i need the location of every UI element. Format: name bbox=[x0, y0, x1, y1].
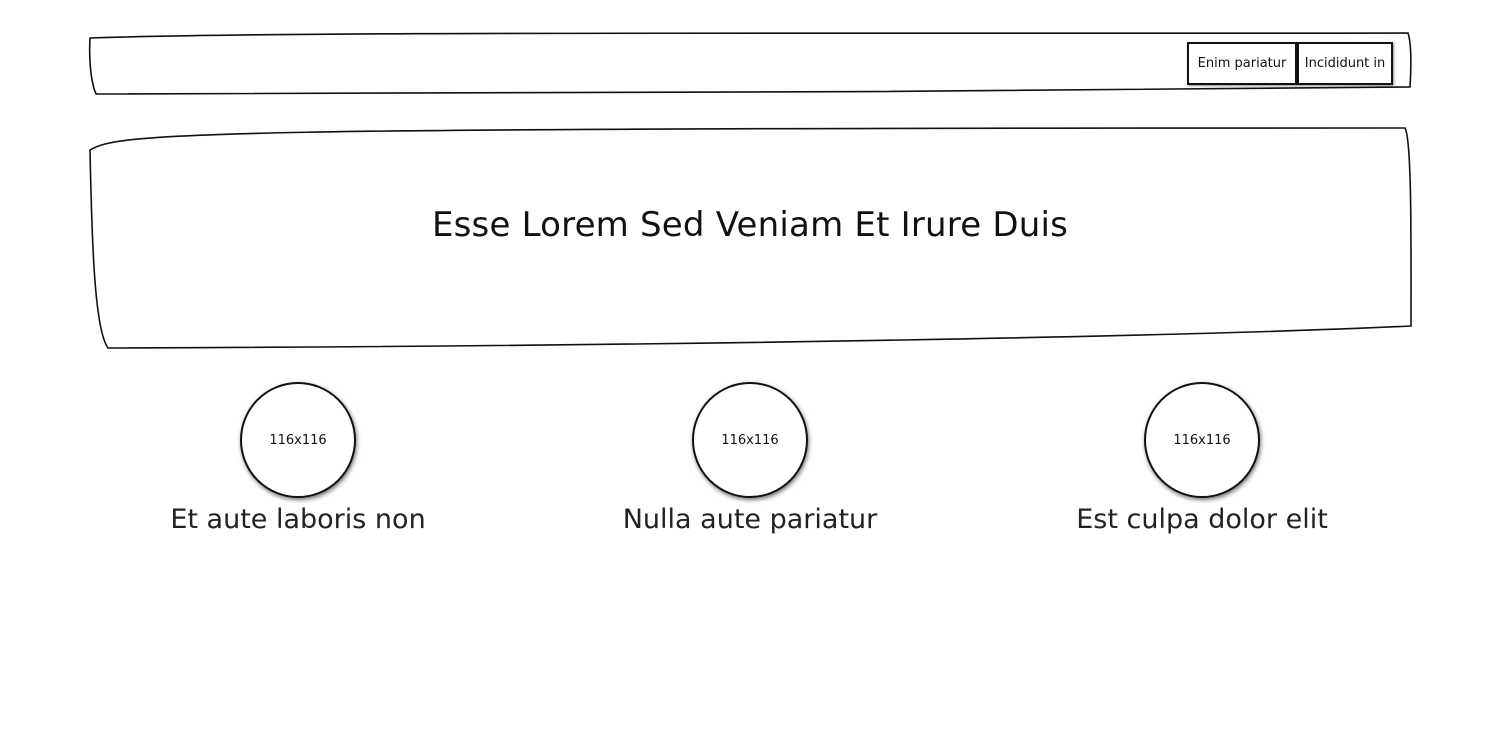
feature-image-placeholder: 116x116 bbox=[240, 382, 356, 498]
feature-image-placeholder: 116x116 bbox=[692, 382, 808, 498]
nav-button-enim-pariatur[interactable]: Enim pariatur bbox=[1187, 42, 1297, 85]
hero-title: Esse Lorem Sed Veniam Et Irure Duis bbox=[431, 205, 1069, 245]
feature-card: 116x116 Nulla aute pariatur bbox=[600, 382, 900, 535]
page: Enim pariatur Incididunt in Esse Lorem S… bbox=[0, 0, 1500, 752]
image-size-label: 116x116 bbox=[1173, 432, 1231, 448]
feature-card: 116x116 Est culpa dolor elit bbox=[1052, 382, 1352, 535]
feature-caption: Est culpa dolor elit bbox=[1076, 504, 1328, 535]
feature-caption: Et aute laboris non bbox=[170, 504, 426, 535]
nav-button-incididunt-in[interactable]: Incididunt in bbox=[1297, 42, 1393, 85]
feature-caption: Nulla aute pariatur bbox=[622, 504, 878, 535]
navbar-button-group: Enim pariatur Incididunt in bbox=[1187, 42, 1393, 85]
image-size-label: 116x116 bbox=[269, 432, 327, 448]
feature-image-placeholder: 116x116 bbox=[1144, 382, 1260, 498]
sketch-outlines bbox=[88, 32, 1412, 349]
feature-card: 116x116 Et aute laboris non bbox=[148, 382, 448, 535]
image-size-label: 116x116 bbox=[721, 432, 779, 448]
